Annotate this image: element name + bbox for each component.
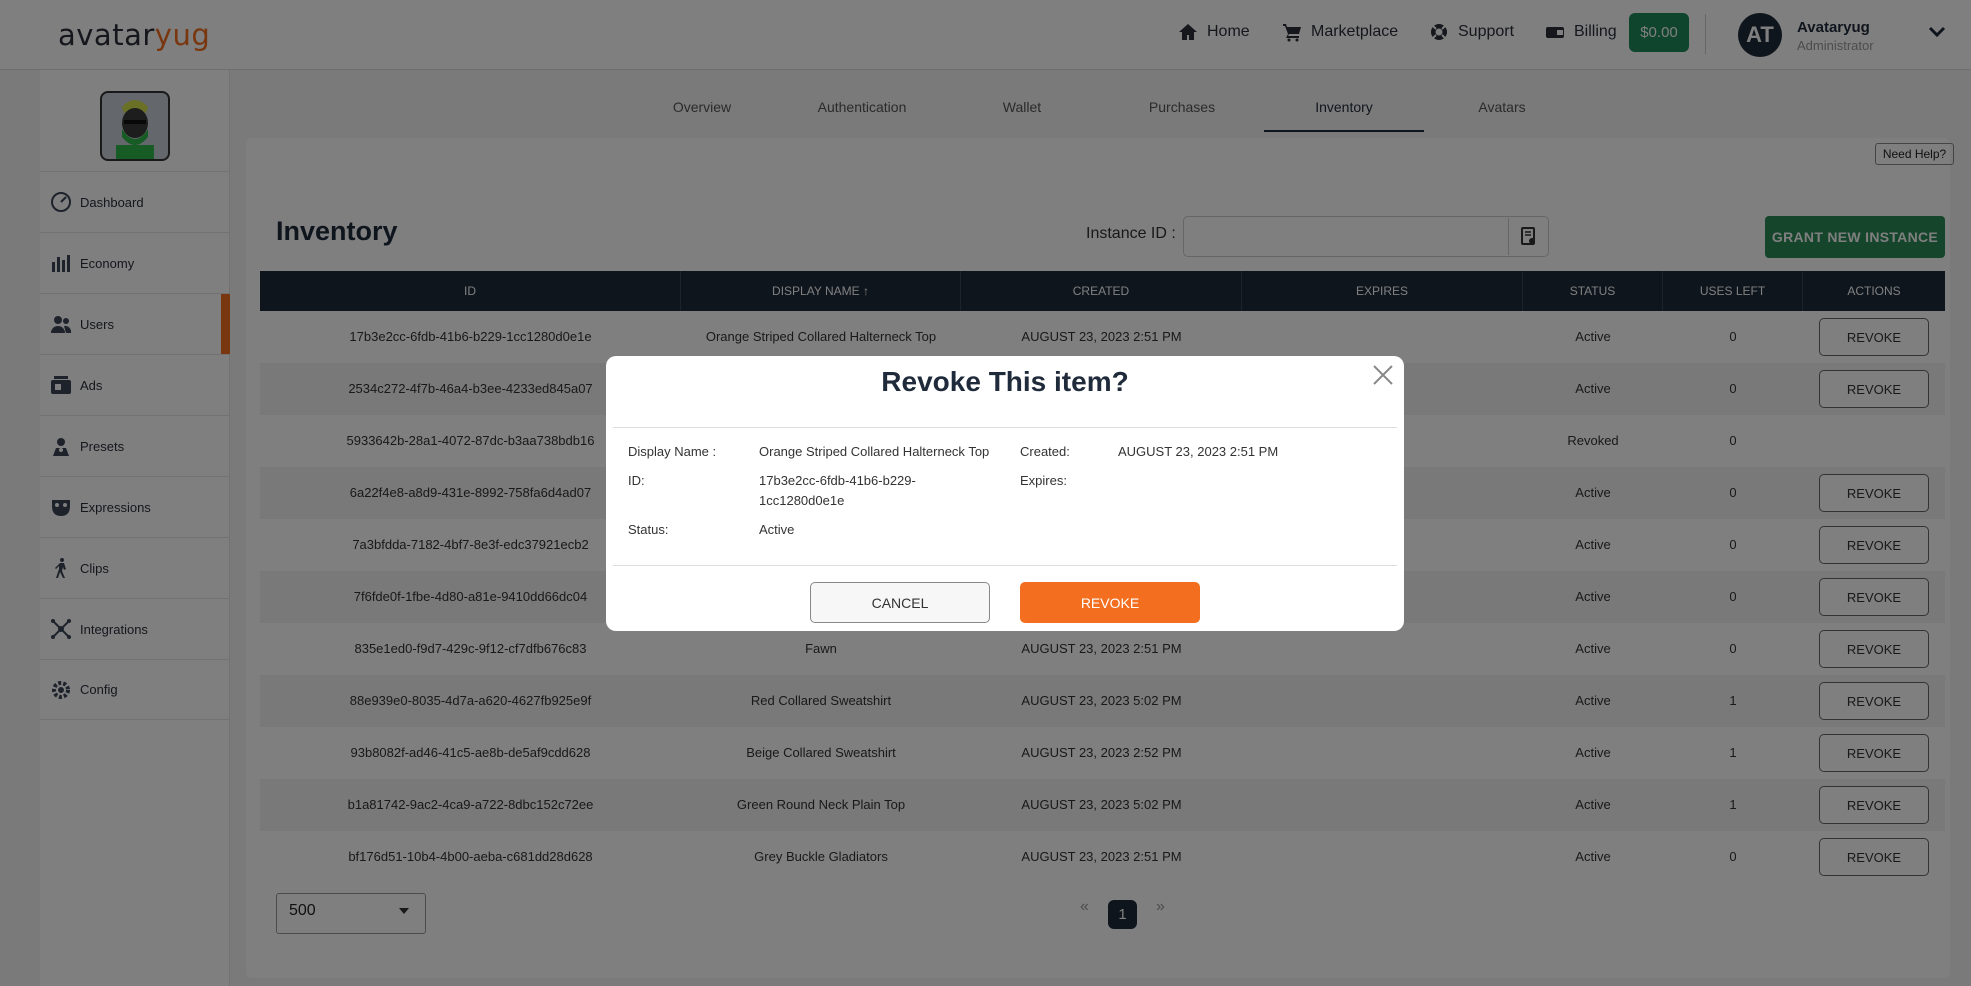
created-label: Created: — [1020, 444, 1070, 459]
cancel-button[interactable]: CANCEL — [810, 582, 990, 623]
dialog-divider — [613, 427, 1397, 428]
revoke-dialog: Revoke This item? Display Name : Orange … — [606, 356, 1404, 631]
status-value: Active — [759, 522, 795, 537]
close-icon[interactable] — [1372, 364, 1394, 386]
expires-label: Expires: — [1020, 473, 1067, 488]
id-label: ID: — [628, 473, 645, 488]
display-name-value: Orange Striped Collared Halterneck Top — [759, 444, 990, 459]
id-value-line-2: 1cc1280d0e1e — [759, 493, 845, 508]
dialog-divider — [613, 565, 1397, 566]
confirm-revoke-button[interactable]: REVOKE — [1020, 582, 1200, 623]
display-name-label: Display Name : — [628, 444, 717, 459]
id-value-line-1: 17b3e2cc-6fdb-41b6-b229- — [759, 473, 916, 488]
created-value: AUGUST 23, 2023 2:51 PM — [1118, 444, 1279, 459]
status-label: Status: — [628, 522, 669, 537]
dialog-title: Revoke This item? — [881, 366, 1129, 397]
